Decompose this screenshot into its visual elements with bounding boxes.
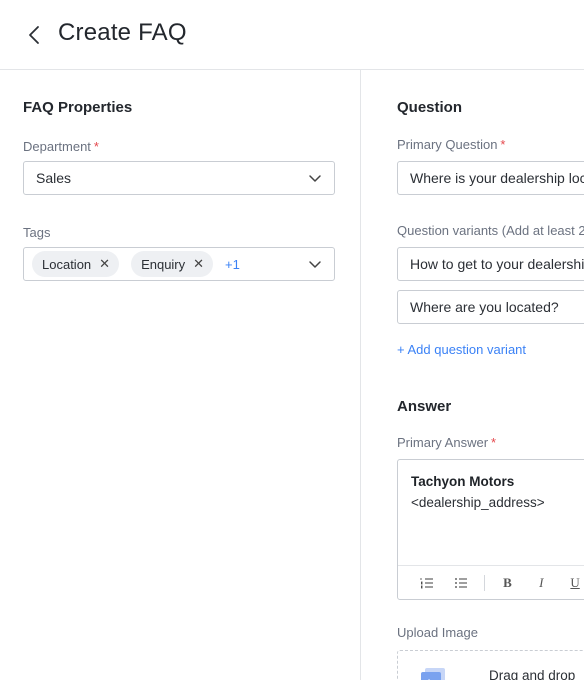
toolbar-separator <box>483 575 485 591</box>
more-tags-count[interactable]: +1 <box>225 257 240 272</box>
tag-chip-enquiry: Enquiry ✕ <box>131 251 214 277</box>
question-title: Question <box>397 99 463 116</box>
image-upload-icon <box>421 668 445 680</box>
numbered-list-icon[interactable] <box>416 572 438 594</box>
tag-chip-location: Location ✕ <box>32 251 120 277</box>
primary-answer-label: Primary Answer * <box>397 435 497 450</box>
image-dropzone[interactable]: Drag and drop <box>397 650 584 680</box>
answer-title: Answer <box>397 398 452 415</box>
chevron-left-icon <box>29 26 39 44</box>
chevron-down-icon <box>309 175 321 182</box>
editor-toolbar: B I U <box>398 565 584 599</box>
department-select[interactable]: Sales <box>23 161 335 195</box>
answer-text[interactable]: Tachyon Motors <dealership_address> <box>411 471 545 513</box>
question-variant-input[interactable]: How to get to your dealership? <box>397 247 584 281</box>
tags-select[interactable]: Location ✕ Enquiry ✕ +1 <box>23 247 335 281</box>
chevron-down-icon <box>309 261 321 268</box>
answer-address-placeholder: <dealership_address> <box>411 495 545 510</box>
primary-question-label: Primary Question * <box>397 137 506 152</box>
page-title: Create FAQ <box>58 19 187 46</box>
back-button[interactable] <box>22 20 46 50</box>
department-label: Department * <box>23 139 99 154</box>
remove-tag-icon[interactable]: ✕ <box>193 256 204 272</box>
required-marker: * <box>491 435 497 450</box>
required-marker: * <box>93 139 99 154</box>
faq-properties-title: FAQ Properties <box>23 99 133 116</box>
primary-question-input[interactable]: Where is your dealership located? <box>397 161 584 195</box>
remove-tag-icon[interactable]: ✕ <box>99 256 110 272</box>
add-question-variant-link[interactable]: + Add question variant <box>397 342 526 357</box>
italic-icon[interactable]: I <box>530 572 552 594</box>
tags-label: Tags <box>23 225 51 240</box>
bulleted-list-icon[interactable] <box>450 572 472 594</box>
answer-company-name: Tachyon Motors <box>411 474 515 489</box>
question-variants-label: Question variants (Add at least 2 varian… <box>397 223 584 238</box>
primary-answer-editor[interactable]: Tachyon Motors <dealership_address> B I … <box>397 459 584 600</box>
upload-image-label: Upload Image <box>397 625 478 640</box>
column-divider <box>360 70 361 680</box>
department-value: Sales <box>36 170 72 186</box>
underline-icon[interactable]: U <box>564 572 584 594</box>
required-marker: * <box>500 137 506 152</box>
question-variant-input[interactable]: Where are you located? <box>397 290 584 324</box>
page-header: Create FAQ <box>0 0 584 70</box>
upload-instructions: Drag and drop <box>489 668 576 680</box>
bold-icon[interactable]: B <box>497 572 519 594</box>
